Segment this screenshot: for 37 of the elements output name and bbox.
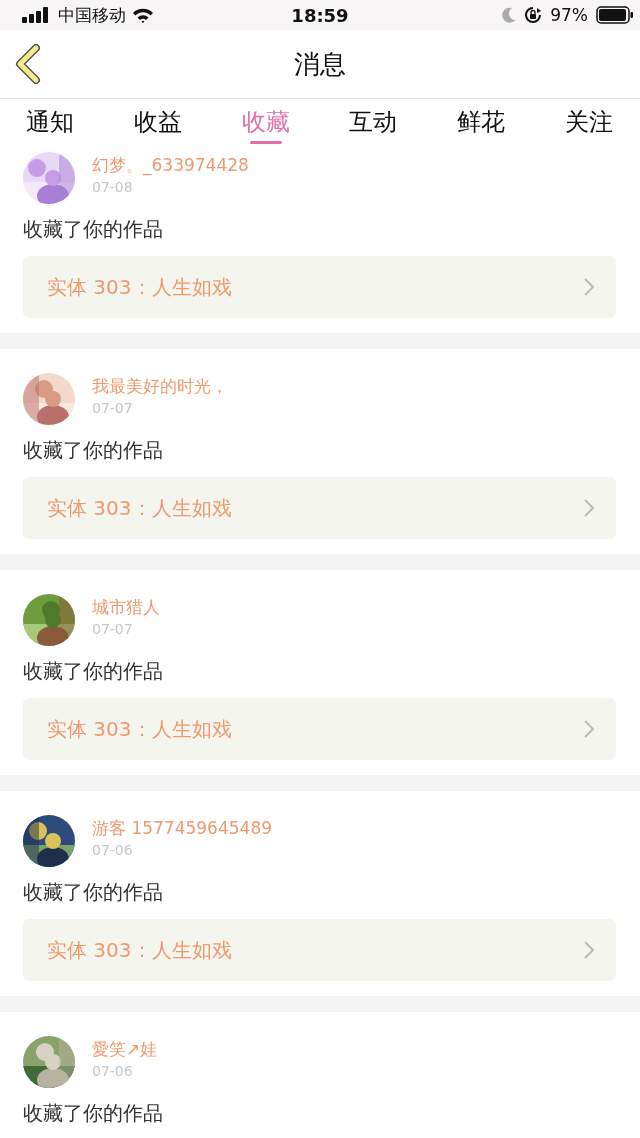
rotation-lock-icon <box>524 6 543 24</box>
message-date: 07-06 <box>92 1062 134 1081</box>
message-date: 07-08 <box>92 178 134 197</box>
message-date: 07-06 <box>92 841 134 860</box>
work-link[interactable]: 实体 303：人生如戏 <box>23 919 616 981</box>
message-text: 收藏了你的作品 <box>23 1100 163 1127</box>
user-name[interactable]: 游客 1577459645489 <box>92 816 272 840</box>
message-text: 收藏了你的作品 <box>23 437 163 464</box>
chevron-icon <box>584 720 594 738</box>
user-name[interactable]: 城市猎人 <box>92 595 160 619</box>
work-link[interactable]: 实体 303：人生如戏 <box>23 256 616 318</box>
chevron-icon <box>584 278 594 296</box>
page-title: 消息 <box>294 47 346 81</box>
work-link[interactable]: 实体 303：人生如戏 <box>23 698 616 760</box>
message-text: 收藏了你的作品 <box>23 216 163 243</box>
tab[interactable]: 关注 <box>565 99 613 145</box>
user-name[interactable]: 愛笑↗娃 <box>92 1037 158 1061</box>
tab[interactable]: 互动 <box>349 99 398 145</box>
tab[interactable]: 收藏 <box>241 99 290 145</box>
message-text: 收藏了你的作品 <box>23 658 163 685</box>
message-date: 07-07 <box>92 620 134 639</box>
carrier-name: 中国移动 <box>58 3 126 27</box>
user-name[interactable]: 我最美好的时光， <box>92 374 228 398</box>
chevron-icon <box>584 499 594 517</box>
message-date: 07-07 <box>92 399 134 418</box>
battery-icon <box>596 6 634 24</box>
tab[interactable]: 通知 <box>26 99 74 145</box>
work-link[interactable]: 实体 303：人生如戏 <box>23 477 616 539</box>
tab[interactable]: 收益 <box>133 99 182 145</box>
battery-percent: 97% <box>550 5 588 25</box>
wifi-icon <box>132 7 154 23</box>
user-name[interactable]: 幻梦。_633974428 <box>92 153 249 177</box>
clock: 18:59 <box>291 4 349 26</box>
message-text: 收藏了你的作品 <box>23 879 163 906</box>
moon-icon <box>502 7 517 23</box>
chevron-icon <box>584 941 594 959</box>
tab[interactable]: 鲜花 <box>457 99 506 145</box>
